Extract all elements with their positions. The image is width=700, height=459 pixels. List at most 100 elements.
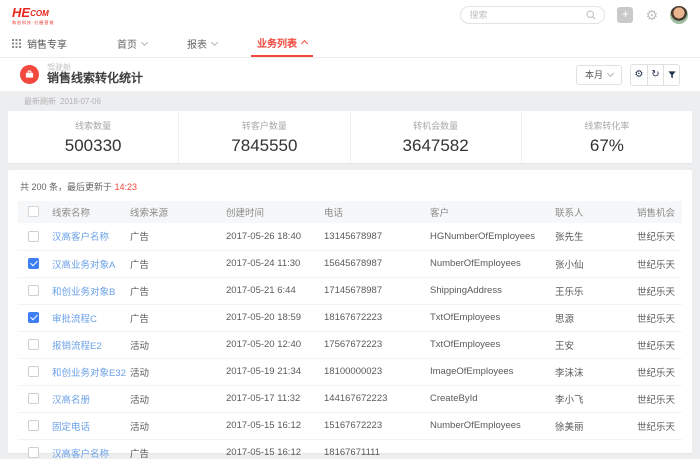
contact-cell: 李小飞 — [551, 385, 633, 412]
created-time-cell: 2017-05-20 12:40 — [222, 331, 320, 358]
period-select[interactable]: 本月 — [576, 65, 622, 85]
col-lead-source: 线索来源 — [126, 201, 222, 223]
contact-cell: 徐美丽 — [551, 412, 633, 439]
workspace-label: 销售专享 — [27, 36, 67, 51]
chevron-up-icon — [301, 40, 308, 47]
opportunity-cell: 世纪乐天 — [633, 358, 682, 385]
col-created-time: 创建时间 — [222, 201, 320, 223]
lead-source-cell: 广告 — [126, 250, 222, 277]
row-checkbox[interactable] — [28, 366, 39, 377]
search-icon — [586, 10, 596, 20]
table-row[interactable]: 汉高客户名称 广告 2017-05-15 16:12 18167671111 — [18, 439, 682, 459]
chevron-down-icon — [607, 70, 614, 77]
table-summary: 共 200 条，最后更新于 14:23 — [18, 170, 682, 201]
tab-home[interactable]: 首页 — [111, 30, 153, 57]
brand-logo[interactable]: HECOM 和创科技·红圈营销 — [12, 6, 54, 25]
row-checkbox[interactable] — [28, 258, 39, 269]
contact-cell: 王乐乐 — [551, 277, 633, 304]
contact-cell: 张小仙 — [551, 250, 633, 277]
row-checkbox[interactable] — [28, 447, 39, 458]
phone-cell: 18100000023 — [320, 358, 426, 385]
created-time-cell: 2017-05-20 18:59 — [222, 304, 320, 331]
col-customer: 客户 — [426, 201, 551, 223]
lead-name-link[interactable]: 汉高客户名称 — [52, 232, 109, 243]
lead-name-link[interactable]: 汉高名册 — [52, 395, 90, 406]
table-row[interactable]: 和创业务对象E32 活动 2017-05-19 21:34 1810000002… — [18, 358, 682, 385]
row-checkbox[interactable] — [28, 312, 39, 323]
logo-text: HECOM — [12, 6, 54, 19]
leads-table: 线索名称 线索来源 创建时间 电话 客户 联系人 销售机会 汉高客户名称 广告 … — [18, 201, 682, 459]
contact-cell: 王安 — [551, 331, 633, 358]
table-row[interactable]: 固定电话 活动 2017-05-15 16:12 15167672223 Num… — [18, 412, 682, 439]
lead-name-link[interactable]: 和创业务对象B — [52, 287, 115, 298]
phone-cell: 18167672223 — [320, 304, 426, 331]
customer-cell: HGNumberOfEmployees — [426, 223, 551, 250]
opportunity-cell: 世纪乐天 — [633, 223, 682, 250]
refresh-icon[interactable]: ↻ — [647, 65, 663, 85]
chevron-down-icon — [211, 39, 218, 46]
page-title: 销售线索转化统计 — [47, 72, 143, 86]
lead-source-cell: 广告 — [126, 439, 222, 459]
contact-cell: 张先生 — [551, 223, 633, 250]
col-opportunity: 销售机会 — [633, 201, 682, 223]
created-time-cell: 2017-05-26 18:40 — [222, 223, 320, 250]
refresh-info: 最新刷新2018-07-06 — [8, 91, 692, 111]
opportunity-cell: 世纪乐天 — [633, 304, 682, 331]
lead-name-link[interactable]: 审批流程C — [52, 314, 97, 325]
row-checkbox[interactable] — [28, 339, 39, 350]
col-phone: 电话 — [320, 201, 426, 223]
stat-converted-customers: 转客户数量 7845550 — [179, 111, 350, 163]
tab-reports[interactable]: 报表 — [181, 30, 223, 57]
stat-leads: 线索数量 500330 — [8, 111, 179, 163]
tab-business-list[interactable]: 业务列表 — [251, 30, 313, 57]
customer-cell: ShippingAddress — [426, 277, 551, 304]
add-icon[interactable]: + — [617, 7, 633, 23]
settings-icon[interactable]: ⚙ — [631, 65, 647, 85]
lead-name-link[interactable]: 汉高业务对象A — [52, 260, 115, 271]
settings-gear-icon[interactable]: ⚙ — [645, 7, 658, 23]
created-time-cell: 2017-05-15 16:12 — [222, 412, 320, 439]
lead-name-link[interactable]: 报销流程E2 — [52, 341, 102, 352]
user-avatar[interactable] — [670, 6, 688, 24]
opportunity-cell: 世纪乐天 — [633, 250, 682, 277]
col-contact: 联系人 — [551, 201, 633, 223]
table-row[interactable]: 报销流程E2 活动 2017-05-20 12:40 17567672223 T… — [18, 331, 682, 358]
row-checkbox[interactable] — [28, 420, 39, 431]
created-time-cell: 2017-05-21 6:44 — [222, 277, 320, 304]
global-search[interactable] — [460, 6, 605, 24]
content-area: 最新刷新2018-07-06 线索数量 500330 转客户数量 7845550… — [0, 91, 700, 459]
contact-cell: 思源 — [551, 304, 633, 331]
grid-menu-icon — [12, 39, 21, 48]
main-nav: 销售专享 首页 报表 业务列表 — [0, 30, 700, 58]
table-row[interactable]: 和创业务对象B 广告 2017-05-21 6:44 17145678987 S… — [18, 277, 682, 304]
lead-name-link[interactable]: 固定电话 — [52, 422, 90, 433]
stat-conversion-rate: 线索转化率 67% — [522, 111, 692, 163]
phone-cell: 18167671111 — [320, 439, 426, 459]
phone-cell: 15167672223 — [320, 412, 426, 439]
row-checkbox[interactable] — [28, 393, 39, 404]
workspace-switcher[interactable]: 销售专享 — [12, 30, 67, 57]
lead-source-cell: 广告 — [126, 304, 222, 331]
table-row[interactable]: 审批流程C 广告 2017-05-20 18:59 18167672223 Tx… — [18, 304, 682, 331]
table-row[interactable]: 汉高名册 活动 2017-05-17 11:32 144167672223 Cr… — [18, 385, 682, 412]
lead-name-link[interactable]: 和创业务对象E32 — [52, 368, 126, 379]
last-updated-time: 14:23 — [115, 182, 138, 192]
phone-cell: 144167672223 — [320, 385, 426, 412]
filter-icon[interactable] — [663, 65, 679, 85]
search-input[interactable] — [469, 10, 586, 20]
select-all-checkbox[interactable] — [28, 206, 39, 217]
table-row[interactable]: 汉高客户名称 广告 2017-05-26 18:40 13145678987 H… — [18, 223, 682, 250]
lead-name-link[interactable]: 汉高客户名称 — [52, 449, 109, 459]
table-header-row: 线索名称 线索来源 创建时间 电话 客户 联系人 销售机会 — [18, 201, 682, 223]
customer-cell: ImageOfEmployees — [426, 358, 551, 385]
table-row[interactable]: 汉高业务对象A 广告 2017-05-24 11:30 15645678987 … — [18, 250, 682, 277]
row-checkbox[interactable] — [28, 231, 39, 242]
customer-cell: NumberOfEmployees — [426, 250, 551, 277]
customer-cell — [426, 439, 551, 459]
leads-table-card: 共 200 条，最后更新于 14:23 线索名称 线索来源 创建时间 电话 客户… — [8, 170, 692, 453]
phone-cell: 17567672223 — [320, 331, 426, 358]
row-checkbox[interactable] — [28, 285, 39, 296]
created-time-cell: 2017-05-17 11:32 — [222, 385, 320, 412]
stats-summary-card: 线索数量 500330 转客户数量 7845550 转机会数量 3647582 … — [8, 111, 692, 163]
customer-cell: TxtOfEmployees — [426, 331, 551, 358]
